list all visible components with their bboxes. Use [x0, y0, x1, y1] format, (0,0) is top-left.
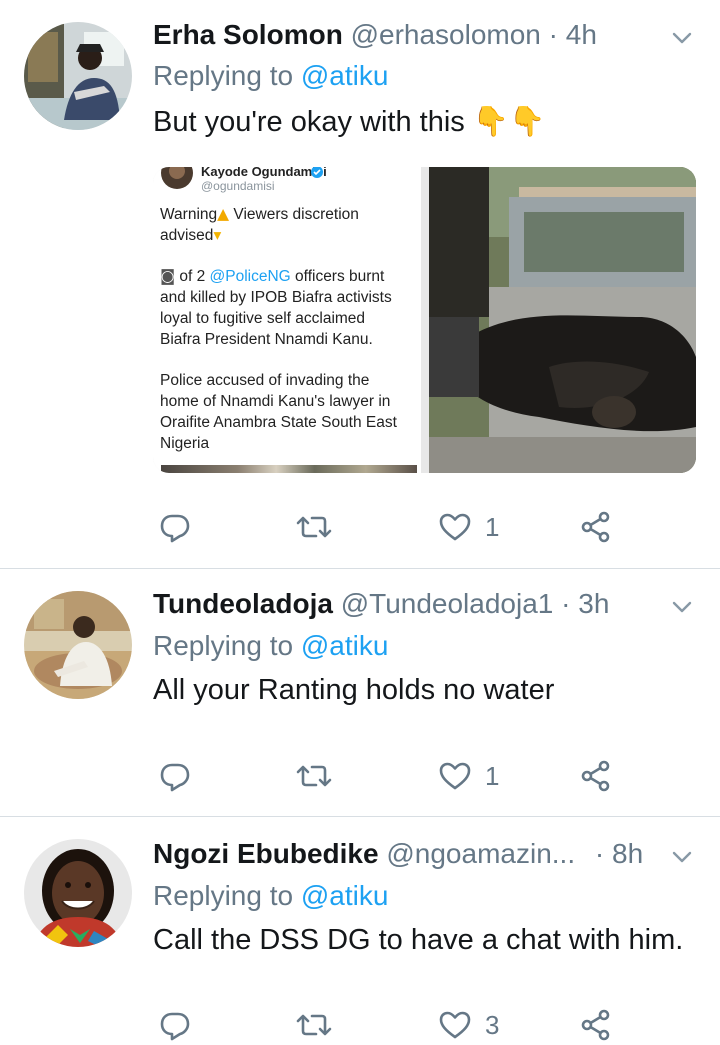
mention-link[interactable]: @atiku	[301, 880, 389, 911]
chevron-down-icon[interactable]	[670, 26, 694, 50]
embedded-avatar	[161, 167, 193, 189]
replying-to: Replying to @atiku	[153, 880, 388, 912]
embedded-name: Kayode Ogundamisi	[201, 167, 327, 179]
embedded-text-line: and killed by IPOB Biafra activists	[160, 289, 392, 306]
tweet-text-content: But you're okay with this	[153, 106, 465, 138]
like-icon	[439, 760, 471, 792]
share-icon	[580, 511, 612, 543]
tweet[interactable]: Tundeoladoja @Tundeoladoja1 · 3h Replyin…	[0, 569, 720, 817]
tweet-text: Call the DSS DG to have a chat with him.	[153, 924, 684, 956]
reply-button[interactable]	[159, 507, 191, 547]
pointing-down-icon: ▾	[213, 226, 222, 244]
tweet[interactable]: Erha Solomon @erhasolomon · 4h Replying …	[0, 0, 720, 569]
like-count: 1	[485, 760, 500, 791]
tweet-header: Tundeoladoja @Tundeoladoja1 · 3h	[153, 588, 660, 620]
embedded-text-line: Biafra President Nnamdi Kanu.	[160, 331, 373, 348]
tweet-actions: 1	[153, 756, 623, 796]
replying-to-label: Replying to	[153, 630, 294, 661]
warning-icon: ▲	[217, 205, 230, 223]
reply-button[interactable]	[159, 756, 191, 796]
embedded-text-line: Warning▲ Viewers discretion	[160, 204, 418, 225]
display-name[interactable]: Tundeoladoja	[153, 588, 333, 619]
reply-button[interactable]	[159, 1005, 191, 1045]
display-name[interactable]: Erha Solomon	[153, 19, 343, 50]
retweet-icon	[296, 760, 332, 792]
like-count: 3	[485, 1009, 500, 1040]
chevron-down-icon[interactable]	[670, 595, 694, 619]
share-icon	[580, 1009, 612, 1041]
embedded-text-line: Nigeria	[160, 435, 210, 452]
line2-prefix: of 2	[179, 268, 210, 285]
replying-to-label: Replying to	[153, 60, 294, 91]
user-handle[interactable]: @Tundeoladoja1	[341, 588, 554, 619]
reply-icon	[159, 760, 191, 792]
share-icon	[580, 760, 612, 792]
retweet-button[interactable]	[296, 507, 332, 547]
tweet-text: All your Ranting holds no water	[153, 674, 555, 706]
embedded-image-strip	[161, 465, 417, 473]
embedded-text-line: loyal to fugitive self acclaimed	[160, 310, 366, 327]
reply-icon	[159, 511, 191, 543]
replying-to: Replying to @atiku	[153, 630, 388, 662]
mention-link[interactable]: @atiku	[301, 60, 389, 91]
retweet-icon	[296, 1009, 332, 1041]
embedded-text-line: Oraifite Anambra State South East	[160, 414, 397, 431]
timestamp[interactable]: · 3h	[561, 588, 609, 619]
retweet-button[interactable]	[296, 1005, 332, 1045]
like-icon	[439, 511, 471, 543]
timestamp[interactable]: · 4h	[549, 19, 597, 50]
display-name[interactable]: Ngozi Ebubedike	[153, 838, 379, 869]
line2-suffix: officers burnt	[290, 268, 385, 285]
camera-icon: ◙	[160, 267, 176, 285]
advised-label: advised	[160, 227, 214, 244]
avatar[interactable]	[24, 591, 132, 699]
warning-label: Warning	[160, 206, 218, 223]
embedded-text-line: Police accused of invading the	[160, 372, 370, 389]
avatar[interactable]	[24, 839, 132, 947]
timestamp[interactable]: · 8h	[595, 838, 643, 869]
like-count: 1	[485, 511, 500, 542]
photo-burnt-truck[interactable]	[429, 167, 696, 473]
like-button[interactable]: 3	[439, 1005, 499, 1045]
retweet-button[interactable]	[296, 756, 332, 796]
media-grid[interactable]: Kayode Ogundamisi @ogundamisi Warning▲ V…	[153, 167, 696, 473]
avatar[interactable]	[24, 22, 132, 130]
replying-to: Replying to @atiku	[153, 60, 388, 92]
user-handle[interactable]: @erhasolomon	[351, 19, 541, 50]
pointing-down-emoji: 👇👇	[472, 104, 546, 138]
embedded-tweet-image[interactable]: Kayode Ogundamisi @ogundamisi Warning▲ V…	[153, 167, 421, 473]
tweet[interactable]: Ngozi Ebubedike @ngoamazin... · 8h Reply…	[0, 817, 720, 1044]
embedded-text-line: advised▾	[160, 225, 418, 246]
verified-badge-icon	[311, 167, 323, 178]
embedded-handle: @ogundamisi	[201, 179, 275, 193]
reply-icon	[159, 1009, 191, 1041]
share-button[interactable]	[580, 507, 612, 547]
share-button[interactable]	[580, 756, 612, 796]
embedded-text-line: home of Nnamdi Kanu's lawyer in	[160, 393, 391, 410]
tweet-header: Erha Solomon @erhasolomon · 4h	[153, 19, 660, 51]
tweet-actions: 3	[153, 1005, 623, 1045]
tweet-header: Ngozi Ebubedike @ngoamazin... · 8h	[153, 838, 660, 870]
chevron-down-icon[interactable]	[670, 845, 694, 869]
tweet-text: But you're okay with this 👇👇	[153, 104, 545, 139]
embedded-text-line: ◙ of 2 @PoliceNG officers burnt	[160, 266, 418, 287]
police-link: @PoliceNG	[209, 268, 291, 285]
mention-link[interactable]: @atiku	[301, 630, 389, 661]
tweet-actions: 1	[153, 507, 623, 547]
replying-to-label: Replying to	[153, 880, 294, 911]
retweet-icon	[296, 511, 332, 543]
like-button[interactable]: 1	[439, 756, 499, 796]
like-button[interactable]: 1	[439, 507, 499, 547]
user-handle[interactable]: @ngoamazin...	[386, 838, 575, 869]
warning-text: Viewers discretion	[229, 206, 359, 223]
share-button[interactable]	[580, 1005, 612, 1045]
like-icon	[439, 1009, 471, 1041]
